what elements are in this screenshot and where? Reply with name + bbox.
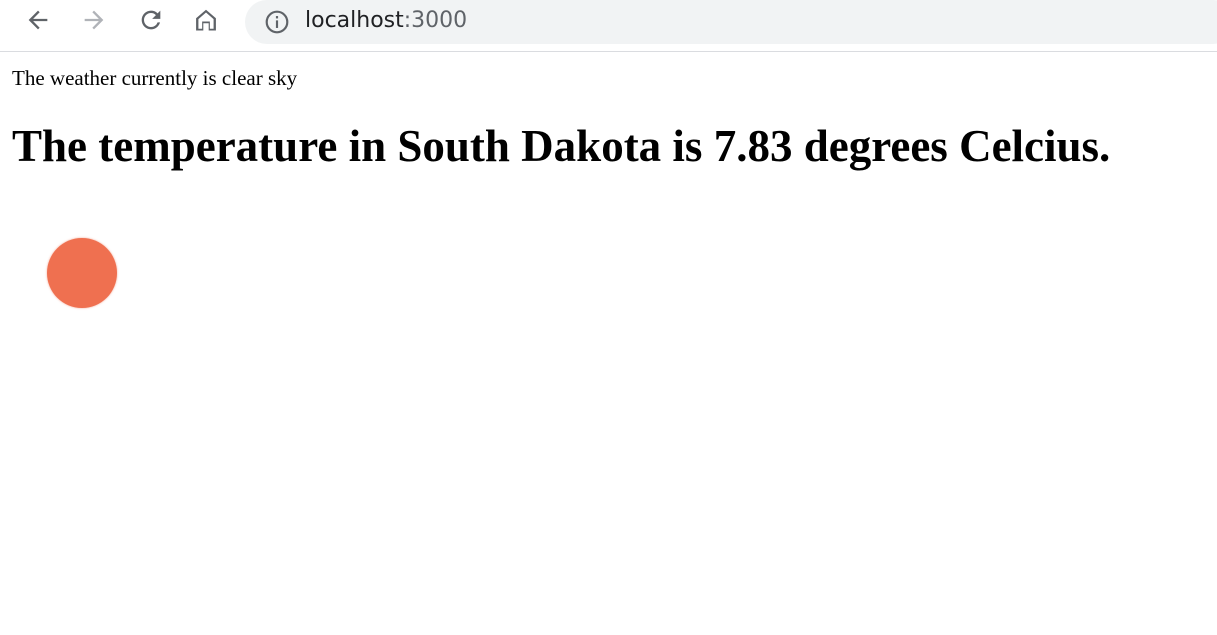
back-button[interactable] [22,4,54,36]
reload-button[interactable] [135,4,167,36]
forward-button[interactable] [78,4,110,36]
info-icon[interactable] [264,9,290,35]
weather-description: The weather currently is clear sky [12,66,298,90]
address-bar[interactable]: localhost:3000 [245,0,1217,44]
url-text[interactable]: localhost:3000 [305,6,467,36]
reload-icon [141,10,161,30]
home-icon [196,9,216,31]
home-button[interactable] [190,4,222,36]
url-port: :3000 [403,8,468,33]
sun-circle [47,238,117,308]
arrow-right-icon [84,10,104,30]
url-host: localhost [305,8,404,33]
arrow-left-icon [28,10,48,30]
temperature-heading: The temperature in South Dakota is 7.83 … [12,121,1111,171]
browser-toolbar: localhost:3000 [0,0,1217,52]
